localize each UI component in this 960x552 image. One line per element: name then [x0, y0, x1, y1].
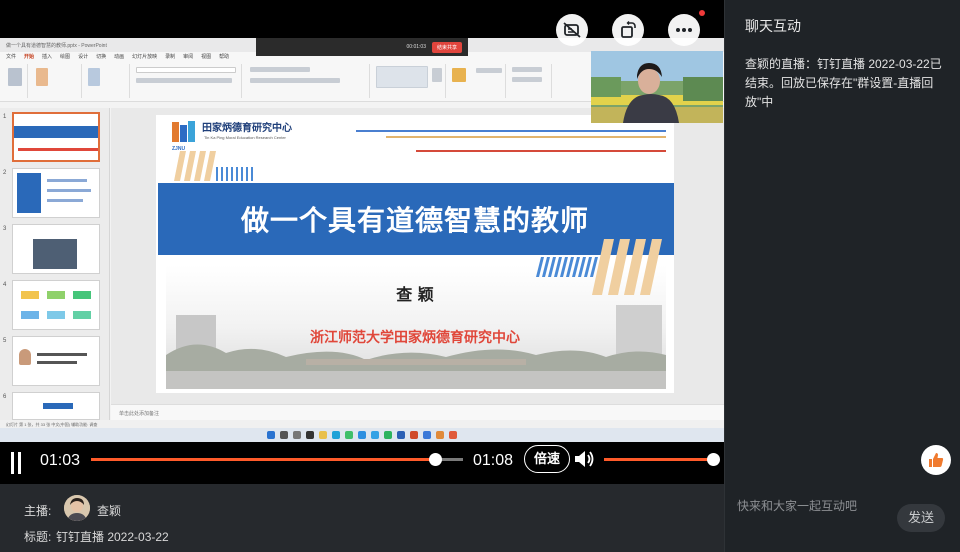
meeting-share-bar: 00:01:03 结束共享 [256, 38, 468, 56]
progress-bar[interactable] [91, 453, 463, 466]
progress-handle[interactable] [428, 453, 442, 466]
chat-title: 聊天互动 [745, 18, 801, 34]
live-info-bar: 主播: 查颖 标题: 钉钉直播 2022-03-22 [0, 484, 724, 552]
ppt-menu-item[interactable]: 视图 [201, 53, 211, 60]
slide-thumbnail[interactable] [12, 224, 100, 274]
like-button[interactable] [921, 445, 951, 475]
title-label: 标题: [24, 530, 52, 544]
more-button[interactable] [668, 10, 705, 46]
zjnu-logo [172, 121, 195, 142]
volume-fill [604, 458, 713, 461]
ppt-menu-item[interactable]: 开始 [24, 53, 34, 60]
host-avatar [64, 495, 90, 521]
org-name: 田家炳德育研究中心 [202, 123, 292, 134]
ppt-menu-item[interactable]: 审阅 [183, 53, 193, 60]
notification-dot [699, 10, 705, 16]
slide-title: 做一个具有道德智慧的教师 [240, 204, 589, 237]
presenter-webcam [591, 51, 723, 123]
pause-icon [11, 452, 14, 474]
org-name-en: Tin Ka Ping Moral Education Research Cen… [204, 135, 286, 140]
windows-taskbar [0, 428, 724, 442]
more-dots-icon [676, 28, 692, 32]
speed-button[interactable]: 倍速 [524, 445, 570, 473]
live-playback-window: 做一个具有道德智慧的教师.pptx - PowerPoint 00:01:03 … [0, 0, 960, 552]
subtitle-off-icon [563, 22, 581, 38]
ppt-statusbar: 幻灯片 第 1 张，共 33 张 中文(中国) 辅助功能: 调查 [0, 420, 724, 428]
slide-thumbnail[interactable] [12, 392, 100, 420]
decor-stripes-gold-2 [592, 239, 662, 295]
host-name: 查颖 [97, 504, 122, 518]
current-time: 01:03 [40, 452, 81, 469]
host-label: 主播: [24, 504, 52, 518]
slide-thumbnails-pane[interactable]: 1 2 3 4 5 6 [0, 108, 110, 420]
current-slide: ZJNU 田家炳德育研究中心 Tin Ka Ping Moral Educati… [156, 115, 674, 393]
player-controls: 01:03 01:08 倍速 [0, 444, 724, 484]
end-share-button[interactable]: 结束共享 [431, 41, 462, 53]
decor-stripes-blue [216, 167, 253, 181]
chat-system-message: 查颖的直播：钉钉直播 2022-03-22已结束。回放已保存在"群设置-直播回放… [745, 57, 942, 109]
volume-icon[interactable] [573, 448, 595, 470]
ppt-menu-item[interactable]: 设计 [78, 53, 88, 60]
thumbs-up-icon [929, 453, 944, 467]
ppt-menu-item[interactable]: 动画 [114, 53, 124, 60]
rotate-screen-icon [621, 21, 636, 38]
subtitle-button[interactable] [556, 14, 588, 46]
ppt-menu-item[interactable]: 切换 [96, 53, 106, 60]
ppt-menu-item[interactable]: 插入 [42, 53, 52, 60]
university-name: 浙江师范大学田家炳德育研究中心 [310, 330, 520, 346]
rotate-button[interactable] [612, 14, 644, 46]
slide-thumbnail[interactable] [12, 112, 100, 162]
ppt-menu-item[interactable]: 录制 [165, 53, 175, 60]
chat-panel: 聊天互动 查颖的直播：钉钉直播 2022-03-22已结束。回放已保存在"群设置… [724, 0, 960, 552]
ppt-menu-item[interactable]: 帮助 [219, 53, 229, 60]
chat-input[interactable]: 快来和大家一起互动吧 [737, 497, 857, 514]
progress-fill [91, 458, 436, 461]
slide-thumbnail[interactable] [12, 280, 100, 330]
slide-thumbnail[interactable] [12, 336, 100, 386]
slide-thumbnail[interactable] [12, 168, 100, 218]
ppt-menu-item[interactable]: 幻灯片放映 [132, 53, 157, 60]
send-button[interactable]: 发送 [897, 504, 945, 532]
meeting-timer: 00:01:03 [406, 44, 426, 50]
duration: 01:08 [473, 452, 514, 469]
pause-button[interactable] [10, 452, 22, 474]
volume-handle[interactable] [706, 453, 720, 466]
notes-pane[interactable]: 单击此处添加备注 [111, 404, 724, 420]
ppt-menu-item[interactable]: 绘图 [60, 53, 70, 60]
live-title: 钉钉直播 2022-03-22 [56, 530, 169, 544]
video-top-controls [556, 10, 705, 46]
volume-slider[interactable] [604, 453, 720, 466]
video-area[interactable]: 做一个具有道德智慧的教师.pptx - PowerPoint 00:01:03 … [0, 0, 724, 484]
ppt-menu-item[interactable]: 文件 [6, 53, 16, 60]
